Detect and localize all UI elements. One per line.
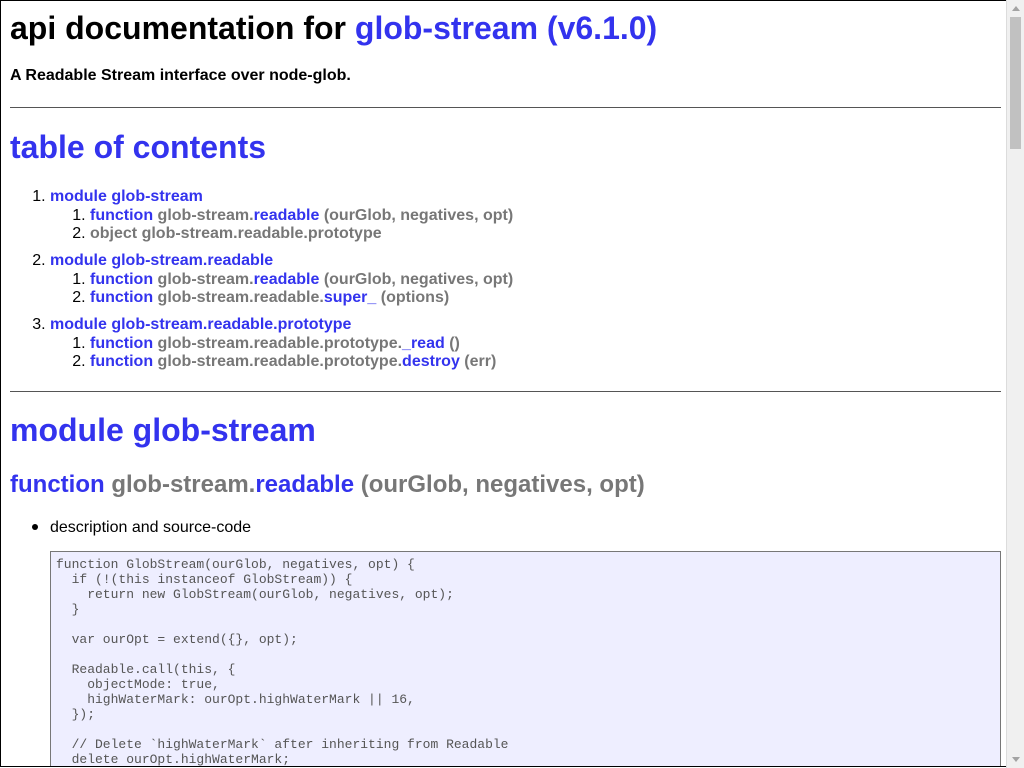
toc-item-args: () bbox=[449, 335, 460, 352]
package-link[interactable]: glob-stream (v6.1.0) bbox=[355, 10, 657, 46]
toc-link-function[interactable]: function bbox=[90, 335, 153, 352]
list-item: description and source-code bbox=[32, 519, 251, 537]
toc-item-prefix: glob-stream.readable.prototype. bbox=[157, 353, 403, 370]
divider bbox=[10, 391, 1001, 392]
scroll-up-button[interactable] bbox=[1007, 0, 1024, 17]
toc-link-read[interactable]: _read bbox=[402, 335, 445, 352]
list-number: 1. bbox=[72, 335, 90, 352]
toc-item-args: (ourGlob, negatives, opt) bbox=[323, 207, 514, 224]
source-code-block: function GlobStream(ourGlob, negatives, … bbox=[50, 551, 1001, 767]
package-description: A Readable Stream interface over node-gl… bbox=[10, 67, 351, 84]
arrow-down-icon bbox=[1012, 757, 1020, 762]
toc-group-1: 1. module glob-stream bbox=[10, 188, 203, 206]
function-prefix: glob-stream. bbox=[111, 471, 256, 498]
toc-link-function[interactable]: function bbox=[90, 353, 153, 370]
list-number: 1. bbox=[72, 207, 90, 224]
toc-group-3: 3. module glob-stream.readable.prototype bbox=[10, 316, 351, 334]
toc-link-function[interactable]: function bbox=[90, 271, 153, 288]
toc-item: 1. function glob-stream.readable (ourGlo… bbox=[10, 207, 513, 225]
scroll-down-button[interactable] bbox=[1007, 751, 1024, 768]
bullet-icon bbox=[32, 524, 38, 530]
toc-item: 2. function glob-stream.readable.prototy… bbox=[10, 353, 496, 371]
toc-link-module-glob-stream-readable-prototype[interactable]: module glob-stream.readable.prototype bbox=[50, 316, 351, 333]
toc-link-readable[interactable]: readable bbox=[254, 271, 320, 288]
toc-item-kind: object bbox=[90, 225, 138, 242]
function-heading: function glob-stream.readable (ourGlob, … bbox=[10, 471, 645, 499]
function-keyword-link[interactable]: function bbox=[10, 471, 105, 498]
page-title-prefix: api documentation for bbox=[10, 10, 355, 46]
toc-link-function[interactable]: function bbox=[90, 289, 153, 306]
divider bbox=[10, 107, 1001, 108]
page-title: api documentation for glob-stream (v6.1.… bbox=[10, 10, 657, 46]
toc-link-function[interactable]: function bbox=[90, 207, 153, 224]
list-number: 2. bbox=[72, 353, 90, 370]
toc-item: 1. function glob-stream.readable (ourGlo… bbox=[10, 271, 513, 289]
scrollbar-thumb[interactable] bbox=[1010, 17, 1021, 149]
vertical-scrollbar[interactable] bbox=[1006, 0, 1024, 768]
toc-item: 2. object glob-stream.readable.prototype bbox=[10, 225, 382, 243]
toc-link-module-glob-stream[interactable]: module glob-stream bbox=[50, 188, 203, 205]
toc-title: table of contents bbox=[10, 129, 267, 165]
function-args: (ourGlob, negatives, opt) bbox=[360, 471, 645, 498]
toc-item-args: (options) bbox=[380, 289, 450, 306]
toc-link-destroy[interactable]: destroy bbox=[402, 353, 460, 370]
list-number: 1. bbox=[32, 188, 50, 205]
source-code: function GlobStream(ourGlob, negatives, … bbox=[56, 557, 509, 767]
list-number: 1. bbox=[72, 271, 90, 288]
list-number: 2. bbox=[72, 289, 90, 306]
list-number: 2. bbox=[72, 225, 90, 242]
list-number: 2. bbox=[32, 252, 50, 269]
bullet-label: description and source-code bbox=[50, 519, 252, 536]
toc-link-readable[interactable]: readable bbox=[254, 207, 320, 224]
function-name-link[interactable]: readable bbox=[255, 471, 354, 498]
toc-item-prefix: glob-stream. bbox=[157, 207, 254, 224]
toc-link-module-glob-stream-readable[interactable]: module glob-stream.readable bbox=[50, 252, 273, 269]
toc-item: 2. function glob-stream.readable.super_ … bbox=[10, 289, 449, 307]
toc-item-prefix: glob-stream.readable. bbox=[157, 289, 324, 306]
page-frame: api documentation for glob-stream (v6.1.… bbox=[0, 0, 1006, 767]
toc-link-super[interactable]: super_ bbox=[324, 289, 376, 306]
toc-item-prefix: glob-stream.readable.prototype. bbox=[157, 335, 403, 352]
list-number: 3. bbox=[32, 316, 50, 333]
arrow-up-icon bbox=[1012, 6, 1020, 11]
toc-item-object: glob-stream.readable.prototype bbox=[141, 225, 382, 242]
toc-group-2: 2. module glob-stream.readable bbox=[10, 252, 273, 270]
toc-item-prefix: glob-stream. bbox=[157, 271, 254, 288]
toc-item-args: (err) bbox=[464, 353, 497, 370]
toc-item: 1. function glob-stream.readable.prototy… bbox=[10, 335, 460, 353]
module-heading-link[interactable]: module glob-stream bbox=[10, 412, 316, 448]
toc-item-args: (ourGlob, negatives, opt) bbox=[323, 271, 514, 288]
